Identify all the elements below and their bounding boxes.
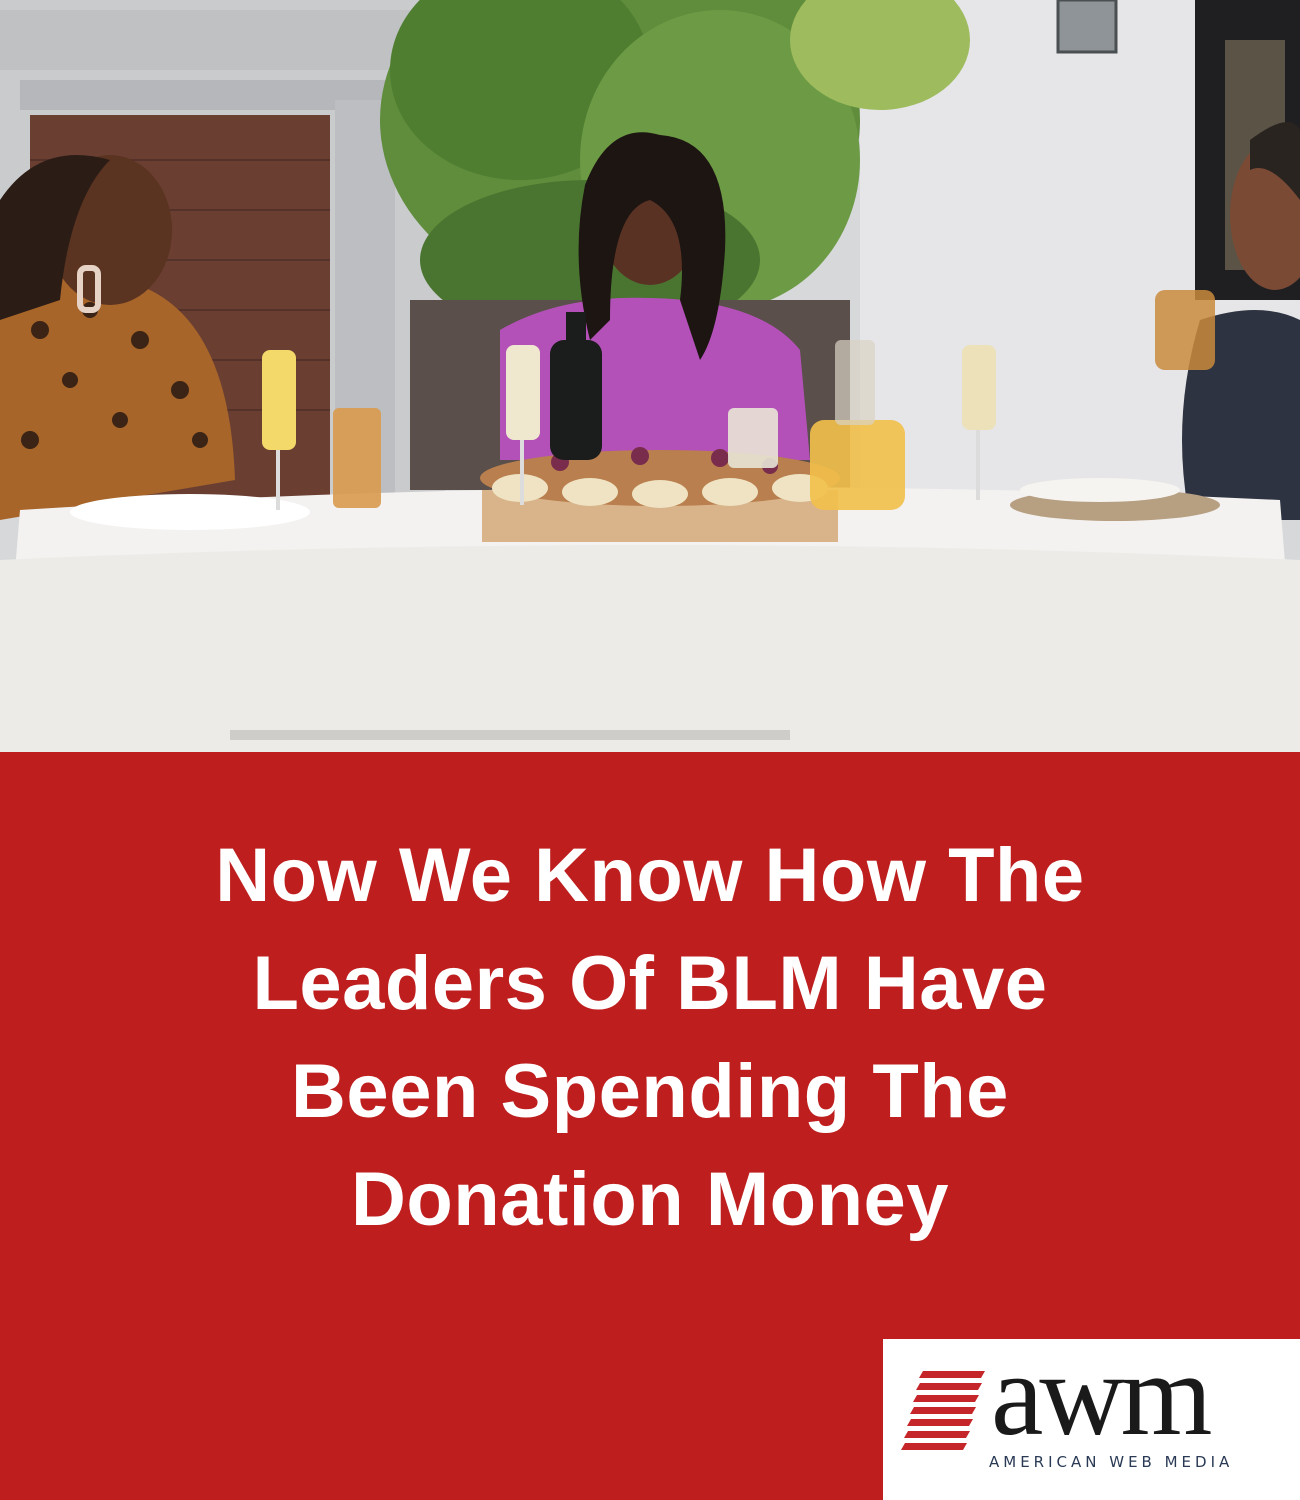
headline: Now We Know How The Leaders Of BLM Have … [120, 822, 1180, 1254]
headline-line-3: Been Spending The [291, 1049, 1009, 1134]
headline-line-2: Leaders Of BLM Have [252, 941, 1048, 1026]
awm-logo: awm AMERICAN WEB MEDIA [883, 1329, 1300, 1500]
headline-line-4: Donation Money [350, 1157, 950, 1242]
flag-stripes-icon [901, 1371, 985, 1450]
headline-line-1: Now We Know How The [215, 833, 1085, 918]
logo-wordmark: awm [991, 1329, 1212, 1460]
hero-photo [0, 0, 1300, 752]
logo-tagline: AMERICAN WEB MEDIA [989, 1453, 1234, 1471]
